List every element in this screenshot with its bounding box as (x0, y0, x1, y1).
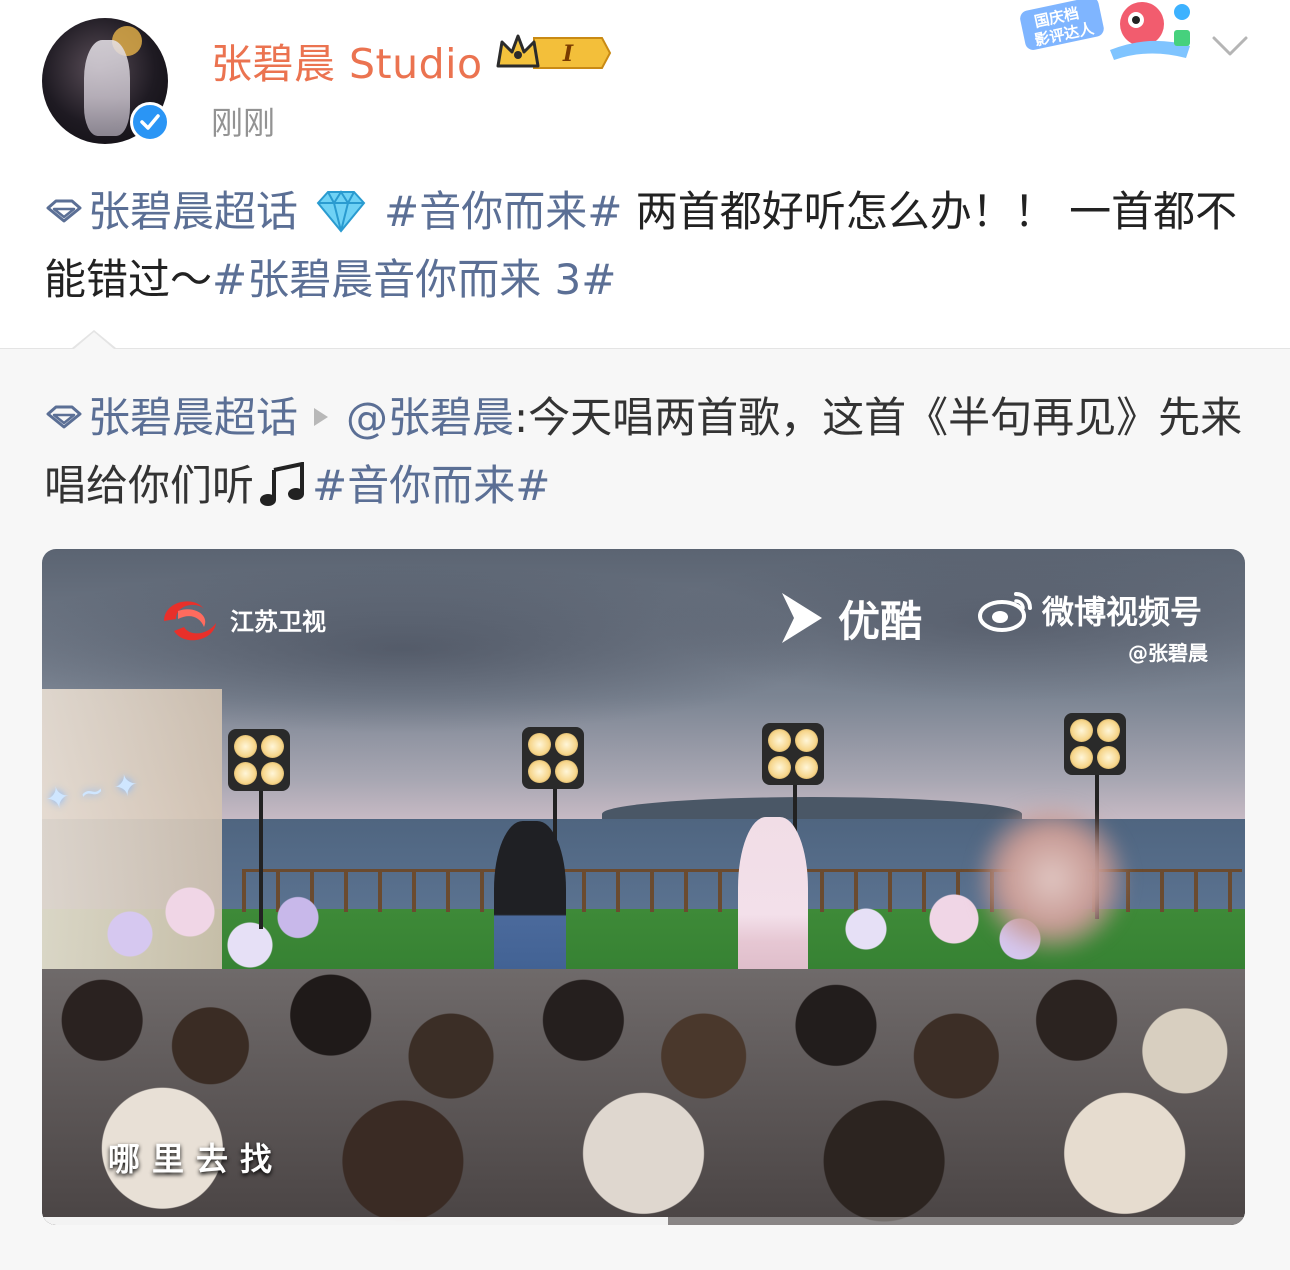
youku-label: 优酷 (838, 596, 923, 646)
hashtag-link-2[interactable]: #张碧晨音你而来 3# (212, 255, 616, 304)
chevron-down-icon[interactable] (1210, 32, 1250, 60)
event-badge[interactable]: 国庆档 影评达人 (1020, 0, 1202, 62)
repost-text: 张碧晨超话 @张碧晨:今天唱两首歌，这首《半句再见》先来唱给你们听 #音你而来# (44, 384, 1254, 520)
weibo-video-label: 微博视频号 (1042, 593, 1203, 631)
stage-light (1064, 713, 1126, 775)
youku-watermark: 优酷 (776, 587, 922, 649)
repost-supertopic-link[interactable]: 张碧晨超话 (44, 393, 298, 442)
play-arrow-icon (314, 407, 329, 426)
light-stand (259, 789, 263, 929)
stage-light (762, 723, 824, 785)
stage-light (228, 729, 290, 791)
channel-name: 江苏卫视 (230, 607, 326, 636)
jiangsu-tv-logo-icon (164, 601, 216, 641)
blurred-region (977, 804, 1127, 954)
hashtag-link[interactable]: #音你而来# (384, 187, 622, 236)
video-player[interactable]: ✦ ~ ✦ 江苏卫视 优酷 微博视频号 @张碧晨 哪里去找 (42, 549, 1245, 1225)
badge-level-text: I (562, 41, 574, 67)
performer-male (494, 821, 566, 991)
gem-icon (316, 189, 366, 233)
video-subtitle: 哪里去找 (108, 1140, 285, 1178)
channel-watermark: 江苏卫视 (154, 591, 326, 647)
weibo-handle: @张碧晨 (1128, 641, 1208, 665)
repost-supertopic-label: 张碧晨超话 (88, 393, 299, 442)
username[interactable]: 张碧晨 Studio (211, 30, 483, 90)
video-progress-bar[interactable] (42, 1217, 1245, 1225)
post-text: 张碧晨超话 #音你而来# 两首都好听怎么办！！ 一首都不能错过～#张碧晨音你而来 … (44, 178, 1244, 314)
repost-mention[interactable]: @张碧晨 (346, 393, 514, 442)
repost-hashtag-link[interactable]: #音你而来# (312, 461, 550, 510)
supertopic-label: 张碧晨超话 (88, 187, 299, 236)
verified-icon (130, 102, 170, 142)
supertopic-link[interactable]: 张碧晨超话 (44, 187, 298, 236)
diamond-outline-icon (46, 405, 82, 428)
post-time: 刚刚 (211, 104, 276, 142)
video-progress-fill (42, 1217, 668, 1225)
music-note-icon (260, 461, 305, 506)
youku-logo-icon (782, 593, 822, 643)
member-crown-badge[interactable]: I (494, 30, 612, 76)
avatar[interactable] (42, 18, 170, 144)
video-audience (42, 969, 1245, 1225)
weibo-logo-icon (978, 592, 1032, 632)
stage-light (522, 727, 584, 789)
diamond-outline-icon (46, 199, 82, 222)
repost-notch-inner (74, 332, 114, 349)
avatar-figure (84, 40, 130, 136)
weibo-video-watermark: 微博视频号 @张碧晨 (978, 587, 1208, 666)
